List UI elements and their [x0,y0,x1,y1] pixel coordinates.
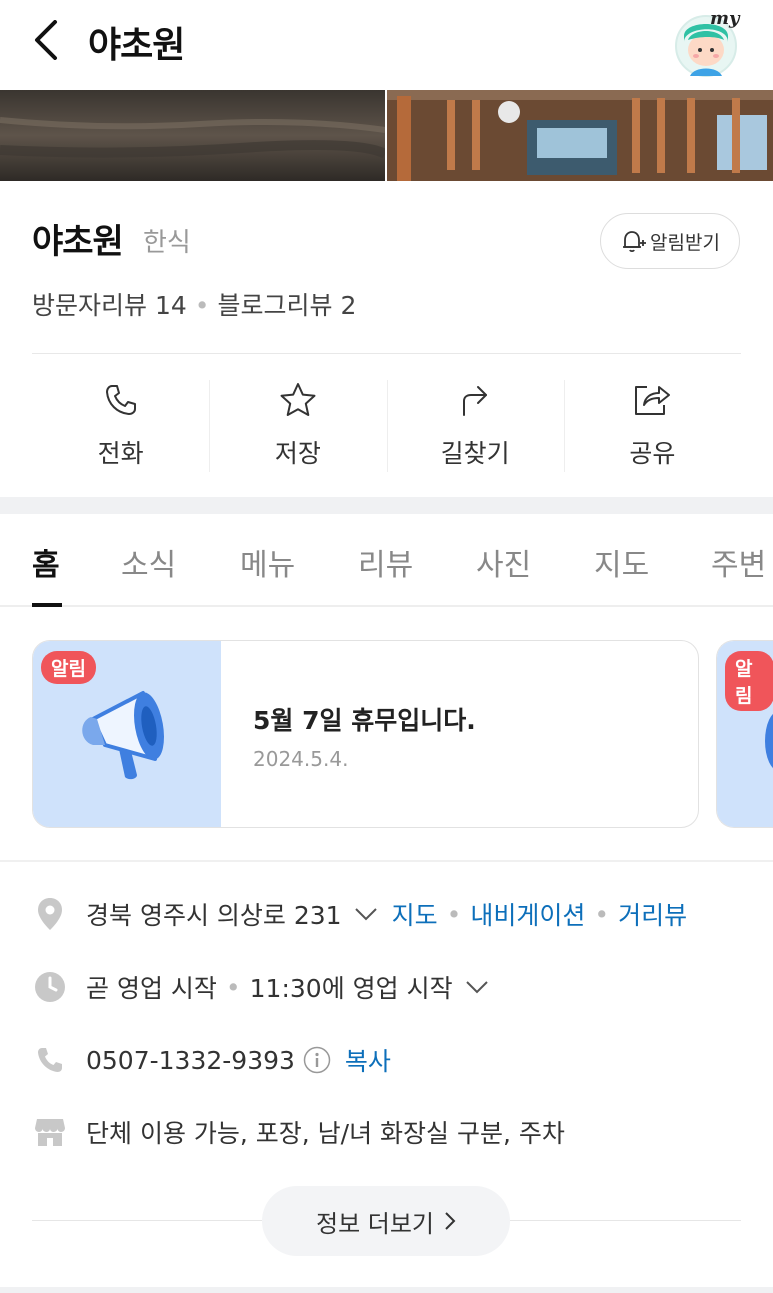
chevron-left-icon [35,20,57,60]
chevron-down-icon [465,981,488,994]
page-title: 야초원 [88,25,185,66]
notice-badge: 알림 [725,651,773,711]
svg-text:my: my [710,8,741,29]
tab-bar: 홈 소식 메뉴 리뷰 사진 지도 주변 [0,514,773,607]
call-label: 전화 [97,439,144,468]
place-category: 한식 [143,228,191,258]
notice-image: 알림 [33,641,221,827]
share-icon [635,386,671,415]
directions-icon [463,386,488,416]
chevron-right-icon [445,1212,456,1230]
star-icon [280,383,316,416]
section-separator [0,1287,773,1293]
alarm-label: 알림받기 [650,231,720,254]
clock-icon [35,972,65,1002]
hours-expand-button[interactable] [465,980,489,994]
photo-exterior[interactable] [0,90,388,181]
phone-icon [105,385,136,415]
phone-row: 0507-1332-9393 복사 [32,1042,391,1078]
notice-image: 알림 [717,641,773,827]
more-info-button[interactable]: 정보 더보기 [262,1186,510,1256]
open-status: 곧 영업 시작 [86,974,217,1003]
tab-photos[interactable]: 사진 [476,540,531,584]
my-profile-button[interactable]: my [670,6,742,78]
tab-home[interactable]: 홈 [32,540,60,584]
navigation-link[interactable]: 내비게이션 [470,896,585,932]
address-row: 경북 영주시 의상로 231 지도 • 내비게이션 • 거리뷰 [32,896,687,932]
action-row: 전화 저장 길찾기 공유 [32,378,741,474]
info-icon [303,1046,331,1074]
directions-button[interactable]: 길찾기 [386,378,564,474]
notice-badge: 알림 [41,651,96,684]
address-expand-button[interactable] [354,907,378,921]
tab-map[interactable]: 지도 [594,540,649,584]
streetview-link[interactable]: 거리뷰 [618,896,687,932]
store-icon [35,1119,65,1146]
notice-date: 2024.5.4. [253,747,349,771]
share-button[interactable]: 공유 [563,378,741,474]
more-info-label: 정보 더보기 [315,1209,435,1238]
bell-plus-icon [623,231,647,253]
photo-strip[interactable] [0,90,773,181]
back-button[interactable] [24,18,68,62]
divider [32,353,741,354]
save-button[interactable]: 저장 [209,378,386,474]
review-summary: 방문자리뷰 14 • 블로그리뷰 2 [32,291,357,320]
notice-card[interactable]: 알림 5월 7일 휴무입니다. 2024.5.4. [32,640,699,828]
visitor-review-link[interactable]: 방문자리뷰 14 [32,291,187,320]
section-separator [0,497,773,514]
copy-phone-button[interactable]: 복사 [345,1042,391,1078]
top-bar: 야초원 my [0,0,773,90]
phone-filled-icon [38,1048,62,1072]
chevron-down-icon [354,908,377,921]
tab-news[interactable]: 소식 [121,540,176,584]
avatar-icon: my [675,8,741,77]
active-tab-indicator [32,603,62,607]
notice-card-next[interactable]: 알림 [716,640,773,828]
place-name: 야초원 [32,222,124,262]
directions-label: 길찾기 [440,439,510,468]
hours-row: 곧 영업 시작 • 11:30에 영업 시작 [32,969,503,1005]
open-hours: 11:30에 영업 시작 [249,974,453,1003]
tab-menu[interactable]: 메뉴 [240,540,295,584]
share-label: 공유 [629,439,676,468]
amenities-row: 단체 이용 가능, 포장, 남/녀 화장실 구분, 주차 [32,1114,565,1150]
phone-number[interactable]: 0507-1332-9393 [86,1046,295,1075]
phone-info-button[interactable] [303,1046,331,1074]
amenities-text: 단체 이용 가능, 포장, 남/녀 화장실 구분, 주차 [86,1119,565,1148]
photo-interior[interactable] [387,90,773,181]
tab-reviews[interactable]: 리뷰 [358,540,413,584]
address-text: 경북 영주시 의상로 231 [86,901,342,930]
save-label: 저장 [274,439,321,468]
call-button[interactable]: 전화 [32,378,209,474]
blog-review-link[interactable]: 블로그리뷰 2 [218,291,357,320]
notice-title: 5월 7일 휴무입니다. [253,706,476,735]
tab-nearby[interactable]: 주변 [711,540,766,584]
location-pin-icon [38,898,62,930]
divider [0,860,773,862]
map-link[interactable]: 지도 [392,896,438,932]
alarm-subscribe-button[interactable]: 알림받기 [600,213,740,269]
